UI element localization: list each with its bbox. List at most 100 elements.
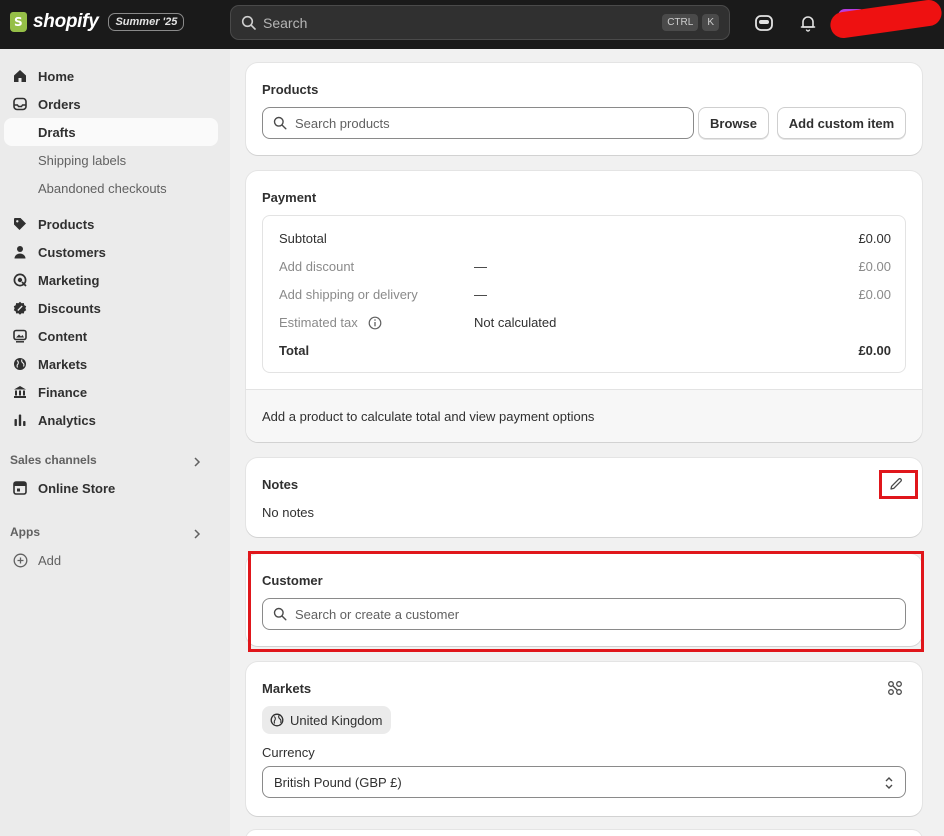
add-discount-link[interactable]: Add discount: [279, 259, 354, 274]
inbox-icon: [12, 96, 28, 112]
sidebar-item-content[interactable]: Content: [4, 322, 218, 350]
market-name: United Kingdom: [290, 712, 383, 728]
sidebar-item-analytics[interactable]: Analytics: [4, 406, 218, 434]
shortcut-ctrl: CTRL: [662, 14, 699, 31]
product-search-placeholder: Search products: [295, 115, 390, 131]
sidebar-item-label: Online Store: [38, 480, 116, 496]
sidebar-item-label: Finance: [38, 384, 88, 400]
currency-label: Currency: [262, 745, 315, 760]
sidebar-item-shipping-labels[interactable]: Shipping labels: [4, 146, 218, 174]
sidebar-item-label: Home: [38, 68, 75, 84]
sidebar-item-label: Markets: [38, 356, 88, 372]
sidebar-item-label: Marketing: [38, 272, 100, 288]
sidebar-item-marketing[interactable]: Marketing: [4, 266, 218, 294]
sidebar-item-drafts[interactable]: Drafts: [4, 118, 218, 146]
market-settings-icon[interactable]: [887, 680, 903, 696]
brand-name: shopify: [33, 11, 99, 32]
payment-card: Payment Subtotal £0.00 Add discount — £0…: [246, 171, 922, 442]
shipping-amount: £0.00: [858, 287, 891, 302]
sales-channels-heading[interactable]: Sales channels: [10, 453, 97, 467]
sidebar-item-label: Drafts: [38, 124, 76, 140]
chevron-right-icon[interactable]: [192, 457, 202, 467]
add-custom-item-button[interactable]: Add custom item: [777, 107, 906, 139]
sidebar-item-orders[interactable]: Orders: [4, 90, 218, 118]
notes-body: No notes: [262, 505, 315, 520]
sidebar-item-label: Shipping labels: [38, 152, 127, 168]
sidebar-item-label: Discounts: [38, 300, 101, 316]
total-amount: £0.00: [858, 343, 891, 358]
markets-title: Markets: [262, 681, 312, 696]
products-card: Products Search products Browse Add cust…: [246, 63, 922, 155]
notes-title: Notes: [262, 477, 299, 492]
sidebar-item-label: Customers: [38, 244, 106, 260]
discount-amount: £0.00: [858, 259, 891, 274]
info-icon[interactable]: [368, 316, 382, 330]
sidebar-item-label: Content: [38, 328, 88, 344]
tag-icon: [12, 216, 28, 232]
search-icon: [241, 15, 256, 30]
estimated-tax-label: Estimated tax: [279, 315, 358, 330]
sidekick-icon[interactable]: [753, 12, 775, 34]
sidebar-item-label: Products: [38, 216, 95, 232]
next-card: [246, 830, 922, 836]
shopify-bag-icon: [10, 12, 27, 32]
bar-chart-icon: [12, 412, 28, 428]
market-badge[interactable]: United Kingdom: [262, 706, 391, 734]
bank-icon: [12, 384, 28, 400]
currency-value: British Pound (GBP £): [274, 774, 402, 790]
top-bar: shopify Summer '25 Search CTRL K: [0, 0, 944, 49]
globe-icon: [12, 356, 28, 372]
discount-detail: —: [474, 259, 487, 274]
globe-icon: [270, 713, 284, 727]
apps-heading[interactable]: Apps: [10, 525, 40, 539]
products-title: Products: [262, 82, 319, 97]
select-arrows-icon: [885, 777, 893, 789]
search-placeholder: Search: [263, 14, 308, 31]
shopify-logo[interactable]: shopify Summer '25: [10, 11, 185, 33]
shortcut-k: K: [702, 14, 719, 31]
product-search-input[interactable]: Search products: [262, 107, 694, 139]
total-label: Total: [279, 343, 310, 358]
notes-card: Notes No notes: [246, 458, 922, 537]
sidebar-item-products[interactable]: Products: [4, 210, 218, 238]
person-icon: [12, 244, 28, 260]
payment-footer-text: Add a product to calculate total and vie…: [262, 409, 595, 424]
payment-title: Payment: [262, 190, 317, 205]
sidebar-item-markets[interactable]: Markets: [4, 350, 218, 378]
sidebar-item-finance[interactable]: Finance: [4, 378, 218, 406]
redaction-mark: [828, 0, 944, 40]
subtotal-label: Subtotal: [279, 231, 327, 246]
sidebar-item-add-app[interactable]: Add: [4, 546, 218, 574]
target-icon: [12, 272, 28, 288]
shipping-detail: —: [474, 287, 487, 302]
subtotal-amount: £0.00: [858, 231, 891, 246]
sidebar-item-online-store[interactable]: Online Store: [4, 474, 218, 502]
bell-icon[interactable]: [797, 12, 819, 34]
sidebar-item-abandoned-checkouts[interactable]: Abandoned checkouts: [4, 174, 218, 202]
chevron-right-icon[interactable]: [192, 529, 202, 539]
tax-detail: Not calculated: [474, 315, 557, 330]
payment-summary: Subtotal £0.00 Add discount — £0.00 Add …: [262, 215, 906, 373]
sidebar-item-label: Orders: [38, 96, 81, 112]
currency-select[interactable]: British Pound (GBP £): [262, 766, 906, 798]
customer-card-highlight: [248, 551, 924, 652]
store-icon: [12, 480, 28, 496]
sidebar-item-label: Abandoned checkouts: [38, 180, 167, 196]
payment-footer: Add a product to calculate total and vie…: [246, 389, 922, 442]
sidebar-item-label: Add: [38, 552, 62, 568]
plus-circle-icon: [12, 552, 28, 568]
home-icon: [12, 68, 28, 84]
edit-notes-highlight: [879, 470, 918, 499]
discount-icon: [12, 300, 28, 316]
add-shipping-link[interactable]: Add shipping or delivery: [279, 287, 418, 302]
sidebar-item-label: Analytics: [38, 412, 96, 428]
global-search[interactable]: Search CTRL K: [230, 5, 730, 40]
edition-badge[interactable]: Summer '25: [108, 13, 185, 31]
markets-card: Markets United Kingdom Currency British …: [246, 662, 922, 816]
image-icon: [12, 328, 28, 344]
sidebar-item-home[interactable]: Home: [4, 62, 218, 90]
search-icon: [273, 116, 287, 130]
browse-button[interactable]: Browse: [698, 107, 769, 139]
sidebar-item-customers[interactable]: Customers: [4, 238, 218, 266]
sidebar-item-discounts[interactable]: Discounts: [4, 294, 218, 322]
